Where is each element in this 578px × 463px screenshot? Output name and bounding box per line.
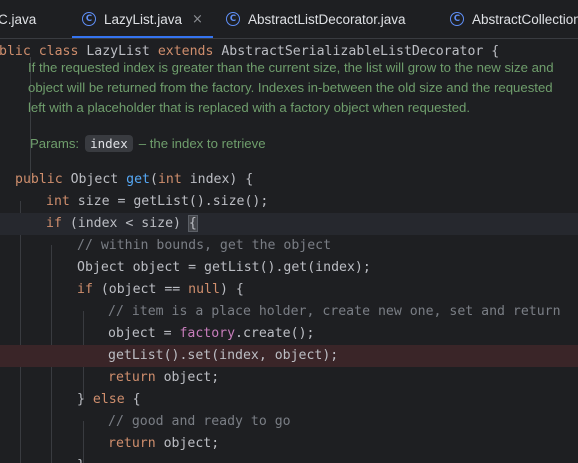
tab-c-java[interactable]: C.java: [0, 0, 36, 38]
tab-abstractcollection[interactable]: C AbstractCollection: [450, 0, 578, 38]
comment: // item is a place holder, create new on…: [108, 304, 561, 319]
keyword: int: [46, 194, 78, 209]
code-text: }: [77, 392, 93, 407]
doc-line: object will be returned from the factory…: [28, 80, 553, 95]
code-line: // item is a place holder, create new on…: [0, 301, 578, 323]
keyword: int: [157, 172, 190, 187]
code-text: .create();: [235, 326, 315, 341]
params-label: Params:: [30, 136, 80, 151]
code-text: getList().set(index, object);: [108, 348, 339, 363]
code-line: }: [0, 455, 578, 463]
param-name-chip: index: [85, 135, 133, 152]
tab-lazylist-java[interactable]: C LazyList.java ×: [72, 0, 213, 38]
class-icon: C: [450, 12, 464, 26]
doc-params: Params: index – the index to retrieve: [30, 135, 266, 152]
keyword: if: [77, 282, 101, 297]
keyword: return: [108, 370, 164, 385]
tab-abstractlistdecorator-java[interactable]: C AbstractListDecorator.java: [226, 0, 406, 38]
comment: // within bounds, get the object: [77, 238, 332, 253]
code-line-breakpoint: getList().set(index, object);: [0, 345, 578, 367]
tab-label: AbstractCollection: [472, 11, 578, 27]
code-text: size = getList().size();: [77, 194, 269, 209]
class-icon: C: [82, 12, 96, 26]
tab-label: AbstractListDecorator.java: [248, 11, 406, 27]
param-description: – the index to retrieve: [138, 136, 266, 151]
code-text: index) {: [189, 172, 254, 187]
method-name: get: [126, 172, 150, 187]
code-editor[interactable]: blic class LazyList extends AbstractSeri…: [0, 39, 578, 463]
code-line: return object;: [0, 433, 578, 455]
keyword: null: [188, 282, 220, 297]
code-text: object;: [163, 436, 220, 451]
keyword: public: [15, 172, 71, 187]
keyword: if: [46, 216, 70, 231]
code-line: int size = getList().size();: [0, 191, 578, 213]
code-text: object;: [163, 370, 220, 385]
code-line: if (object == null) {: [0, 279, 578, 301]
tab-label: C.java: [0, 11, 37, 27]
code-line: // good and ready to go: [0, 411, 578, 433]
code-text: Object object = getList().get(index);: [77, 260, 371, 275]
close-icon[interactable]: ×: [192, 12, 203, 27]
doc-line: left with a placeholder that is replaced…: [28, 100, 471, 115]
matched-brace: {: [187, 215, 198, 232]
code-text: }: [77, 455, 85, 463]
code-line: return object;: [0, 367, 578, 389]
code-text: (object ==: [100, 282, 189, 297]
code-line: object = factory.create();: [0, 323, 578, 345]
code-text: ) {: [219, 282, 244, 297]
doc-line: If the requested index is greater than t…: [28, 60, 554, 75]
class-icon: C: [226, 12, 240, 26]
field-reference: factory: [179, 326, 236, 341]
code-line: public Object get(int index) {: [0, 169, 578, 191]
code-line: } else {: [0, 389, 578, 411]
rendered-javadoc: If the requested index is greater than t…: [16, 57, 578, 184]
code-text: {: [132, 392, 141, 407]
code-line-current: if (index < size) {: [0, 213, 578, 235]
code-text: (: [149, 172, 158, 187]
code-line: Object object = getList().get(index);: [0, 257, 578, 279]
doc-text: If the requested index is greater than t…: [28, 58, 578, 118]
code-text: (index < size): [69, 216, 189, 231]
keyword: return: [108, 436, 164, 451]
editor-tab-bar: C.java C LazyList.java × C AbstractListD…: [0, 0, 578, 39]
code-text: object =: [108, 326, 180, 341]
tab-label: LazyList.java: [104, 11, 183, 27]
code-line: // within bounds, get the object: [0, 235, 578, 257]
comment: // good and ready to go: [108, 414, 291, 429]
keyword: else: [92, 392, 133, 407]
type: Object: [70, 172, 127, 187]
